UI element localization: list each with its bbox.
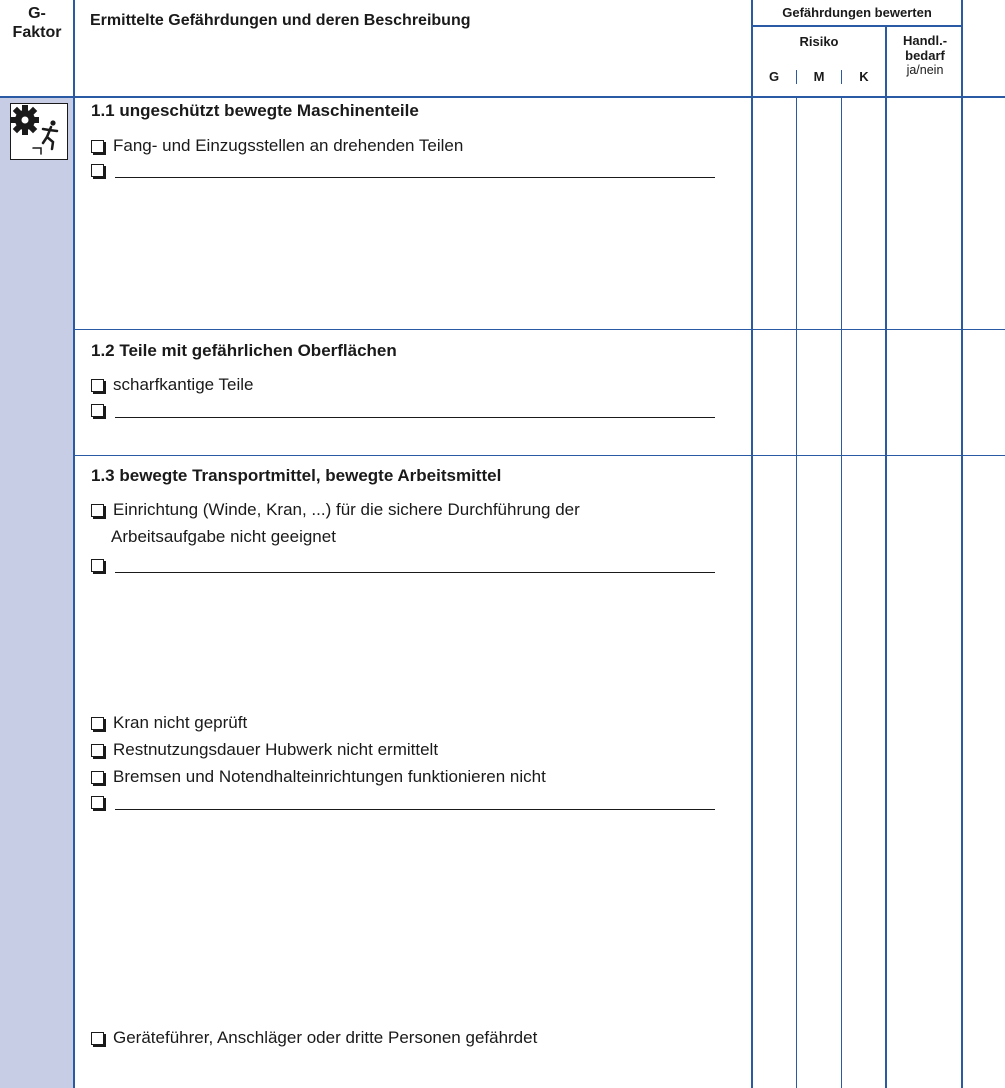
blank-entry-line[interactable] xyxy=(115,558,715,573)
checklist-item-label: Arbeitsaufgabe nicht geeignet xyxy=(111,527,336,546)
ja-nein-label: ja/nein xyxy=(906,63,944,77)
blank-entry-line[interactable] xyxy=(115,795,715,810)
checkbox[interactable] xyxy=(91,559,104,572)
checklist-blank-item[interactable] xyxy=(91,558,715,573)
handl-header-line2: bedarf xyxy=(905,48,945,63)
risk-level-k: K xyxy=(859,69,869,84)
section-title-1-1: 1.1 ungeschützt bewegte Maschinenteile xyxy=(91,101,419,120)
checkbox[interactable] xyxy=(91,743,104,757)
checklist-item[interactable]: scharfkantige Teile xyxy=(91,375,254,395)
checklist-blank-item[interactable] xyxy=(91,163,715,178)
checklist-item[interactable]: Fang- und Einzugsstellen an drehenden Te… xyxy=(91,136,463,156)
section-divider xyxy=(74,455,1005,456)
checkbox[interactable] xyxy=(91,716,104,730)
checklist-item-label: Bremsen und Notendhalteinrichtungen funk… xyxy=(113,767,546,786)
checklist-item-label: Geräteführer, Anschläger oder dritte Per… xyxy=(113,1028,538,1047)
checklist-item-label: scharfkantige Teile xyxy=(113,375,254,394)
checkbox[interactable] xyxy=(91,404,104,417)
grid-vline xyxy=(73,0,75,1088)
description-header: Ermittelte Gefährdungen und deren Beschr… xyxy=(90,12,471,29)
section-divider xyxy=(74,329,1005,330)
checkbox[interactable] xyxy=(91,378,104,392)
checklist-item-label: Restnutzungsdauer Hubwerk nicht ermittel… xyxy=(113,740,439,759)
header-bottom-rule xyxy=(0,96,1005,98)
checkbox[interactable] xyxy=(91,139,104,153)
g-faktor-header-line1: G- xyxy=(28,5,46,22)
g-faktor-header-line2: Faktor xyxy=(12,24,62,41)
checklist-item[interactable]: Bremsen und Notendhalteinrichtungen funk… xyxy=(91,767,546,787)
checklist-item[interactable]: Einrichtung (Winde, Kran, ...) für die s… xyxy=(91,500,580,520)
g-faktor-column xyxy=(0,98,74,1088)
checkbox[interactable] xyxy=(91,770,104,784)
grid-vline xyxy=(796,98,797,1088)
handl-bedarf-header: Handl.- bedarf ja/nein xyxy=(887,33,963,78)
section-title-1-3: 1.3 bewegte Transportmittel, bewegte Arb… xyxy=(91,466,502,485)
checkbox[interactable] xyxy=(91,796,104,809)
grid-vline xyxy=(961,0,963,1088)
risk-level-m: M xyxy=(813,69,825,84)
checklist-item[interactable]: Kran nicht geprüft xyxy=(91,713,247,733)
risk-level-g: G xyxy=(768,69,780,84)
grid-tick xyxy=(841,70,842,84)
blank-entry-line[interactable] xyxy=(115,403,715,418)
checklist-item-label: Kran nicht geprüft xyxy=(113,713,248,732)
grid-tick xyxy=(796,70,797,84)
g-faktor-header: G- Faktor xyxy=(0,4,74,42)
grid-vline xyxy=(841,98,842,1088)
handl-header-line1: Handl.- xyxy=(902,33,948,48)
checklist-item-continuation: Arbeitsaufgabe nicht geeignet xyxy=(111,527,336,547)
bewerten-header: Gefährdungen bewerten xyxy=(782,5,932,20)
section-title-1-2: 1.2 Teile mit gefährlichen Oberflächen xyxy=(91,341,397,360)
checkbox[interactable] xyxy=(91,164,104,177)
checklist-item-label: Einrichtung (Winde, Kran, ...) für die s… xyxy=(113,500,580,519)
checkbox[interactable] xyxy=(91,1031,104,1045)
blank-entry-line[interactable] xyxy=(115,163,715,178)
risiko-header: Risiko xyxy=(799,34,839,49)
checklist-item-label: Fang- und Einzugsstellen an drehenden Te… xyxy=(113,136,464,155)
gear-person-hazard-icon xyxy=(10,103,68,160)
checklist-blank-item[interactable] xyxy=(91,795,715,810)
grid-hline xyxy=(752,25,962,27)
checklist-item[interactable]: Geräteführer, Anschläger oder dritte Per… xyxy=(91,1028,537,1048)
grid-vline xyxy=(751,0,753,1088)
grid-vline xyxy=(885,25,887,1088)
checkbox[interactable] xyxy=(91,503,104,517)
checklist-item[interactable]: Restnutzungsdauer Hubwerk nicht ermittel… xyxy=(91,740,438,760)
checklist-blank-item[interactable] xyxy=(91,403,715,418)
